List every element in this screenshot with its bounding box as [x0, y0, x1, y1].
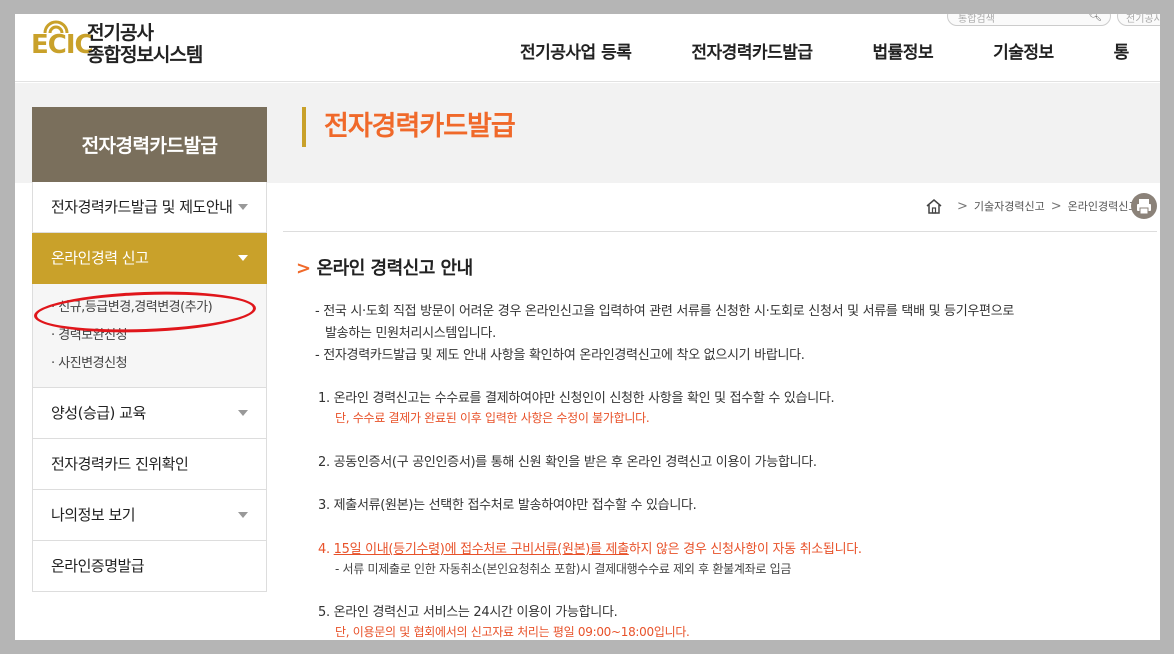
nav-item-registration[interactable]: 전기공사업 등록 [520, 38, 632, 68]
intro-line-2: 발송하는 민원처리시스템입니다. [325, 326, 496, 341]
section-title-text: 온라인 경력신고 안내 [316, 258, 474, 279]
page-title: 전자경력카드발급 [302, 107, 516, 147]
chevron-down-icon [238, 512, 248, 518]
breadcrumb: > 기술자경력신고 > 온라인경력신고 [925, 194, 1139, 218]
sidebar-item-online-report[interactable]: 온라인경력 신고 [32, 233, 267, 284]
breadcrumb-separator-icon: > [957, 198, 968, 214]
sidebar-title: 전자경력카드발급 [32, 107, 267, 182]
site-header: ECIC 전기공사 종합정보시스템 통합검색 🔍︎ 전기공사업 전기공사업 등록… [15, 14, 1160, 82]
intro-line-1: - 전국 시·도회 직접 방문이 어려운 경우 온라인신고을 입력하여 관련 서… [315, 304, 1015, 319]
submenu-item-photo[interactable]: · 사진변경신청 [51, 350, 266, 378]
breadcrumb-separator-icon: > [1050, 198, 1062, 214]
intro-line-3: - 전자경력카드발급 및 제도 안내 사항을 확인하여 온라인경력신고에 착오 … [315, 348, 805, 363]
search-icon[interactable]: 🔍︎ [1088, 14, 1102, 22]
item-4: 4. 15일 이내(등기수령)에 접수처로 구비서류(원본)를 제출하지 않은 … [318, 538, 862, 557]
browser-viewport: ECIC 전기공사 종합정보시스템 통합검색 🔍︎ 전기공사업 전기공사업 등록… [15, 14, 1160, 640]
sidebar-item-education[interactable]: 양성(승급) 교육 [32, 388, 267, 439]
nav-item-law[interactable]: 법률정보 [873, 38, 934, 68]
print-button[interactable] [1131, 193, 1157, 219]
sidebar-item-label: 양성(승급) 교육 [51, 404, 146, 422]
breadcrumb-item[interactable]: 기술자경력신고 [974, 198, 1045, 214]
sidebar-submenu: · 신규,등급변경,경력변경(추가) · 경력보완신청 · 사진변경신청 [32, 284, 267, 388]
chevron-down-icon [238, 410, 248, 416]
logo-mark: ECIC [31, 30, 94, 60]
item-1: 1. 온라인 경력신고는 수수료를 결제하여야만 신청인이 신청한 사항을 확인… [318, 391, 835, 406]
sidebar-item-label: 전자경력카드발급 및 제도안내 [51, 198, 233, 216]
item-4-rest: 하지 않은 경우 신청사항이 자동 취소됩니다. [628, 542, 862, 557]
sidebar-item-label: 온라인증명발급 [51, 557, 145, 575]
item-5-note: 단, 이용문의 및 협회에서의 신고자료 처리는 평일 09:00~18:00입… [335, 625, 690, 639]
search-input[interactable]: 통합검색 🔍︎ [947, 14, 1111, 26]
nav-item-tech[interactable]: 기술정보 [993, 38, 1054, 68]
sidebar-item-label: 나의정보 보기 [51, 506, 136, 524]
search-placeholder: 통합검색 [958, 14, 995, 25]
chevron-right-icon: > [296, 258, 311, 279]
print-icon [1137, 199, 1151, 215]
section-title: > 온라인 경력신고 안내 [296, 254, 473, 280]
nav-item-more[interactable]: 통 [1114, 38, 1130, 68]
sidebar-item-label: 전자경력카드 진위확인 [51, 455, 189, 473]
item-5: 5. 온라인 경력신고 서비스는 24시간 이용이 가능합니다. [318, 605, 618, 620]
sidebar-item-guide[interactable]: 전자경력카드발급 및 제도안내 [32, 182, 267, 233]
content-divider [283, 231, 1157, 232]
sidebar-item-certificate[interactable]: 온라인증명발급 [32, 541, 267, 592]
item-1-note: 단, 수수료 결제가 완료된 이후 입력한 사항은 수정이 불가합니다. [335, 411, 650, 425]
chevron-down-icon [238, 255, 248, 261]
nav-item-career-card[interactable]: 전자경력카드발급 [691, 38, 813, 68]
sidebar-item-label: 온라인경력 신고 [51, 249, 149, 267]
secondary-search-field[interactable]: 전기공사업 [1117, 14, 1160, 26]
item-4-note: - 서류 미제출로 인한 자동취소(본인요청취소 포함)시 결제대행수수료 제외… [335, 562, 792, 576]
home-icon[interactable] [925, 198, 943, 214]
sidebar-item-myinfo[interactable]: 나의정보 보기 [32, 490, 267, 541]
item-4-emphasis: 15일 이내(등기수령)에 접수처로 구비서류(원본)를 제출 [333, 542, 630, 557]
item-3: 3. 제출서류(원본)는 선택한 접수처로 발송하여야만 접수할 수 있습니다. [318, 498, 697, 513]
logo-line2: 종합정보시스템 [87, 44, 203, 66]
main-nav: 전기공사업 등록 전자경력카드발급 법률정보 기술정보 통 [520, 38, 1160, 68]
breadcrumb-item[interactable]: 온라인경력신고 [1068, 198, 1139, 214]
site-logo[interactable]: ECIC 전기공사 종합정보시스템 [31, 18, 231, 70]
sidebar: 전자경력카드발급 전자경력카드발급 및 제도안내 온라인경력 신고 · 신규,등… [32, 107, 267, 592]
item-2: 2. 공동인증서(구 공인인증서)를 통해 신원 확인을 받은 후 온라인 경력… [318, 455, 817, 470]
sidebar-item-verify[interactable]: 전자경력카드 진위확인 [32, 439, 267, 490]
chevron-down-icon [238, 204, 248, 210]
item-4-prefix: 4. [318, 542, 334, 557]
